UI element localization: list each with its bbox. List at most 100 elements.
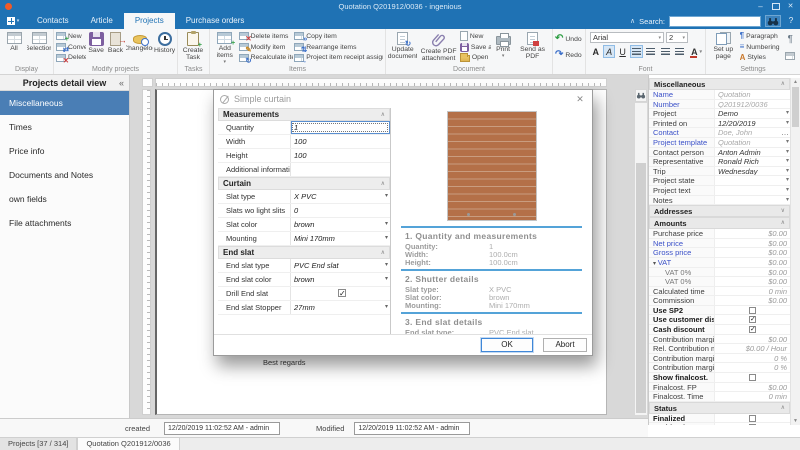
property-row[interactable]: Finalcost. Time 0 min [649, 392, 790, 402]
property-row[interactable]: Use customer disco... [649, 315, 790, 325]
field-value[interactable]: 0 [290, 204, 390, 217]
create-pdf-attachment-button[interactable]: Create PDF attachment [418, 31, 458, 63]
scroll-down-icon[interactable]: ▼ [791, 417, 800, 425]
property-row[interactable]: Representative Ronald Rich [649, 157, 790, 167]
status-tab[interactable]: Projects [37 / 314] [0, 438, 77, 450]
property-row[interactable]: Contact Doe, John [649, 128, 790, 138]
field-value[interactable]: 1 [290, 121, 390, 134]
property-row[interactable]: Archived [649, 423, 790, 425]
find-button[interactable] [765, 15, 781, 27]
property-value[interactable]: $0.00 [715, 248, 790, 257]
new-document-button[interactable]: New [460, 31, 491, 42]
property-value[interactable]: $0.00 / Hour [715, 344, 790, 353]
chevron-down-icon[interactable] [786, 167, 789, 176]
property-value[interactable]: 0 min [715, 392, 790, 401]
italic-button[interactable]: A [603, 45, 614, 58]
field-value[interactable]: Mini 170mm [290, 232, 390, 245]
section-header[interactable]: Amounts [649, 217, 790, 229]
checkbox[interactable] [749, 424, 756, 425]
receipt-assignment-button[interactable]: →Project item receipt assignment [294, 52, 383, 63]
property-value[interactable] [715, 186, 790, 195]
sidebar-item[interactable]: Price info [0, 139, 129, 163]
sidebar-item[interactable]: Times [0, 115, 129, 139]
save-as-button[interactable]: Save as [460, 42, 491, 53]
property-row[interactable]: Project template Quotation [649, 138, 790, 148]
selection-button[interactable]: Selection [27, 31, 51, 63]
form-row[interactable]: Height 100 [218, 149, 390, 163]
property-value[interactable]: $0.00 [715, 229, 790, 238]
grid-view-button[interactable] [785, 52, 795, 60]
copy-item-button[interactable]: »Copy item [294, 31, 383, 42]
document-scrollbar[interactable] [635, 103, 647, 415]
bold-button[interactable]: A [590, 45, 601, 58]
panel-scrollbar[interactable]: ▲ ▼ [790, 78, 800, 425]
sidebar-item[interactable]: Documents and Notes [0, 163, 129, 187]
field-value[interactable]: 27mm [290, 301, 390, 314]
history-button[interactable]: History [154, 31, 175, 63]
property-value[interactable] [715, 325, 790, 334]
field-value[interactable]: 100 [290, 149, 390, 162]
chevron-down-icon[interactable] [786, 196, 789, 205]
form-row[interactable]: Additional information [218, 163, 390, 177]
checkbox[interactable] [749, 374, 756, 381]
property-value[interactable]: $0.00 [715, 296, 790, 305]
checkbox[interactable] [749, 415, 756, 422]
checkbox[interactable] [749, 307, 756, 314]
update-document-button[interactable]: ↻ Update document [388, 31, 417, 63]
underline-button[interactable]: U [617, 45, 628, 58]
open-button[interactable]: Open [460, 52, 491, 63]
property-row[interactable]: Purchase price $0.00 [649, 229, 790, 239]
font-family-select[interactable]: Arial▾ [590, 32, 664, 43]
form-row[interactable]: End slat type PVC End slat [218, 259, 390, 273]
sidebar-item[interactable]: own fields [0, 187, 129, 211]
property-row[interactable]: VAT $0.00 [649, 258, 790, 268]
chevron-down-icon[interactable] [385, 301, 388, 314]
close-button[interactable] [783, 0, 798, 13]
property-value[interactable]: 12/20/2019 [715, 119, 790, 128]
property-value[interactable]: $0.00 [715, 239, 790, 248]
created-value-field[interactable]: 12/20/2019 11:02:52 AM - admin [164, 422, 280, 435]
search-input[interactable] [669, 16, 761, 27]
modify-item-button[interactable]: ✎Modify item [239, 42, 294, 53]
property-row[interactable]: Trip Wednesday [649, 167, 790, 177]
maximize-button[interactable] [768, 0, 783, 13]
property-row[interactable]: Finalcost. FP $0.00 [649, 383, 790, 393]
property-value[interactable]: $0.00 [715, 335, 790, 344]
field-value[interactable]: 100 [290, 135, 390, 148]
property-value[interactable] [715, 373, 790, 382]
chevron-down-icon[interactable] [385, 273, 388, 286]
align-right-button[interactable] [659, 45, 671, 58]
property-row[interactable]: Cash discount [649, 325, 790, 335]
property-row[interactable]: Project Demo [649, 109, 790, 119]
form-row[interactable]: Mounting Mini 170mm [218, 232, 390, 246]
property-row[interactable]: Notes [649, 196, 790, 206]
ribbon-tab[interactable]: Purchase orders [175, 13, 256, 29]
property-row[interactable]: Gross price $0.00 [649, 248, 790, 258]
delete-items-button[interactable]: ✕Delete items [239, 31, 294, 42]
send-as-pdf-button[interactable]: Send as PDF [515, 31, 550, 63]
property-row[interactable]: Contribution margin .. 0 % [649, 354, 790, 364]
section-header[interactable]: Addresses [649, 205, 790, 217]
form-section-header[interactable]: Measurements [218, 108, 390, 121]
modified-value-field[interactable]: 12/20/2019 11:02:52 AM - admin [354, 422, 470, 435]
property-value[interactable]: 0 % [715, 354, 790, 363]
property-row[interactable]: Printed on 12/20/2019 [649, 119, 790, 129]
property-row[interactable]: Net price $0.00 [649, 239, 790, 249]
property-row[interactable]: VAT 0% $0.00 [649, 268, 790, 278]
form-section-header[interactable]: Curtain [218, 177, 390, 190]
abort-button[interactable]: Abort [543, 338, 587, 352]
form-row[interactable]: End slat Stopper 27mm [218, 301, 390, 315]
redo-button[interactable]: ↷Redo [555, 50, 583, 61]
field-value[interactable]: brown [290, 218, 390, 231]
chevron-down-icon[interactable] [786, 148, 789, 157]
add-items-button[interactable]: + Add items ▾ [212, 31, 238, 63]
property-value[interactable] [715, 315, 790, 324]
checkbox[interactable] [338, 289, 346, 297]
section-header[interactable]: Status [649, 402, 790, 414]
print-button[interactable]: Print ▾ [492, 31, 514, 63]
property-value[interactable]: Demo [715, 109, 790, 118]
changelog-button[interactable]: Changelog [126, 31, 153, 63]
document-find-button[interactable] [635, 89, 647, 102]
property-value[interactable] [715, 414, 790, 423]
paragraph-button[interactable]: ¶Paragraph [740, 31, 782, 42]
